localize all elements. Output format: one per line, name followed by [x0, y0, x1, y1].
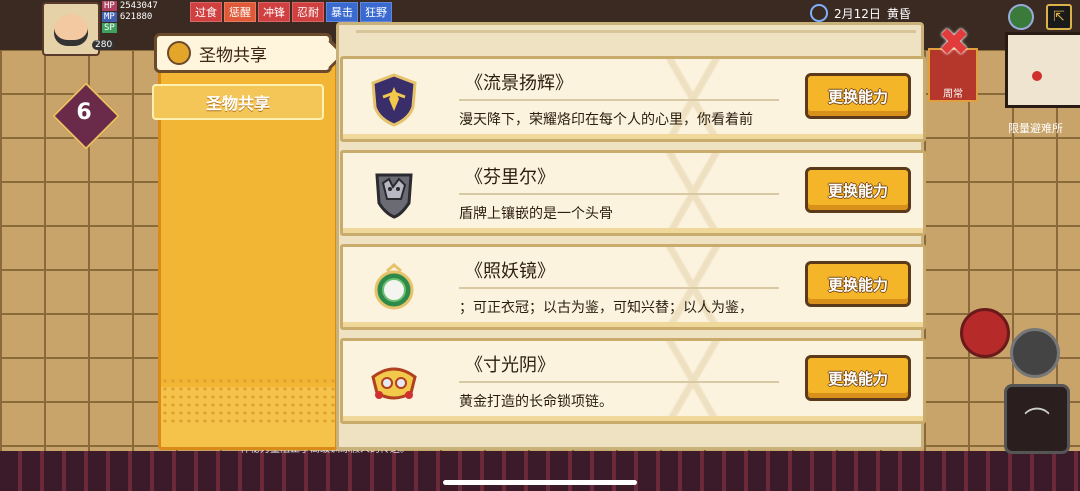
- buff-bar: 过食 惩醒 冲锋 忍耐 暴击 狂野: [190, 2, 392, 22]
- buff-1[interactable]: 惩醒: [224, 2, 256, 22]
- hp-value: 2543047: [119, 0, 158, 11]
- home-indicator[interactable]: [443, 480, 637, 485]
- title-rule: [459, 193, 779, 195]
- relic-card: 《照妖镜》 ；可正衣冠；以古为鉴，可知兴替；以人为鉴， 更换能力: [340, 244, 926, 330]
- relic-card: 《流景扬辉》 漫天降下，荣耀烙印在每个人的心里，你看着前 更换能力: [340, 56, 926, 142]
- buff-4[interactable]: 暴击: [326, 2, 358, 22]
- panel-top-rule: [356, 30, 916, 57]
- mp-label: MP: [102, 11, 117, 22]
- relic-desc: 漫天降下，荣耀烙印在每个人的心里，你看着前: [459, 112, 753, 128]
- player-marker: [1032, 71, 1042, 81]
- wolf-skull-shield-icon: [365, 165, 423, 223]
- sp-label: SP: [102, 22, 117, 33]
- buff-5[interactable]: 狂野: [360, 2, 392, 22]
- relic-coin-icon: [167, 41, 191, 65]
- tab-header[interactable]: 圣物共享: [154, 33, 346, 73]
- tab-label: 圣物共享: [205, 94, 270, 113]
- avatar-face: [54, 14, 88, 46]
- exit-icon[interactable]: ⇱: [1046, 4, 1072, 30]
- relic-card: 《寸光阴》 黄金打造的长命锁项链。 更换能力: [340, 338, 926, 424]
- relic-title: 《流景扬辉》: [465, 73, 573, 94]
- change-ability-button[interactable]: 更换能力: [805, 167, 911, 213]
- hp-stat: HP 2543047: [102, 0, 188, 11]
- weekly-label: 周常: [943, 89, 963, 100]
- tab-relic-share[interactable]: 圣物共享: [152, 84, 324, 120]
- golden-lock-icon: [365, 353, 423, 411]
- floor-border: [0, 451, 1080, 491]
- relic-title: 《芬里尔》: [465, 167, 555, 188]
- star-icon[interactable]: [1010, 328, 1060, 378]
- change-ability-button[interactable]: 更换能力: [805, 355, 911, 401]
- hp-label: HP: [102, 0, 117, 11]
- change-ability-button[interactable]: 更换能力: [805, 73, 911, 119]
- relic-title: 《寸光阴》: [465, 355, 555, 376]
- network-globe-icon[interactable]: [1008, 4, 1034, 30]
- mp-value: 621880: [119, 11, 153, 22]
- mp-stat: MP 621880: [102, 11, 188, 22]
- date-display: 2月12日 黄昏: [810, 4, 911, 22]
- tab-header-label: 圣物共享: [199, 45, 267, 66]
- date-text: 2月12日: [834, 6, 881, 21]
- relic-card: 《芬里尔》 盾牌上镶嵌的是一个头骨 更换能力: [340, 150, 926, 236]
- weather-icon: [810, 4, 828, 22]
- buff-3[interactable]: 忍耐: [292, 2, 324, 22]
- minimap[interactable]: [1005, 32, 1080, 108]
- buff-2[interactable]: 冲锋: [258, 2, 290, 22]
- shelter-label: 限量避难所: [1008, 122, 1063, 135]
- gem-icon[interactable]: [960, 308, 1010, 358]
- floor-number: 6: [76, 100, 92, 125]
- close-icon[interactable]: ✖: [936, 23, 972, 61]
- relic-desc: ；可正衣冠；以古为鉴，可知兴替；以人为鉴，: [459, 300, 753, 316]
- change-ability-button[interactable]: 更换能力: [805, 261, 911, 307]
- time-of-day: 黄昏: [886, 6, 911, 21]
- relic-desc: 黄金打造的长命锁项链。: [459, 394, 613, 410]
- shield-crest-icon: [365, 71, 423, 129]
- buff-0[interactable]: 过食: [190, 2, 222, 22]
- player-level: 280: [92, 40, 116, 50]
- jade-mirror-icon: [365, 259, 423, 317]
- bow-icon[interactable]: ⌒: [1004, 384, 1070, 454]
- player-avatar[interactable]: [42, 2, 100, 56]
- relic-title: 《照妖镜》: [465, 261, 555, 282]
- panel-pattern: [161, 377, 335, 427]
- title-rule: [459, 99, 779, 101]
- title-rule: [459, 381, 779, 383]
- relic-desc: 盾牌上镶嵌的是一个头骨: [459, 206, 613, 222]
- title-rule: [459, 287, 779, 289]
